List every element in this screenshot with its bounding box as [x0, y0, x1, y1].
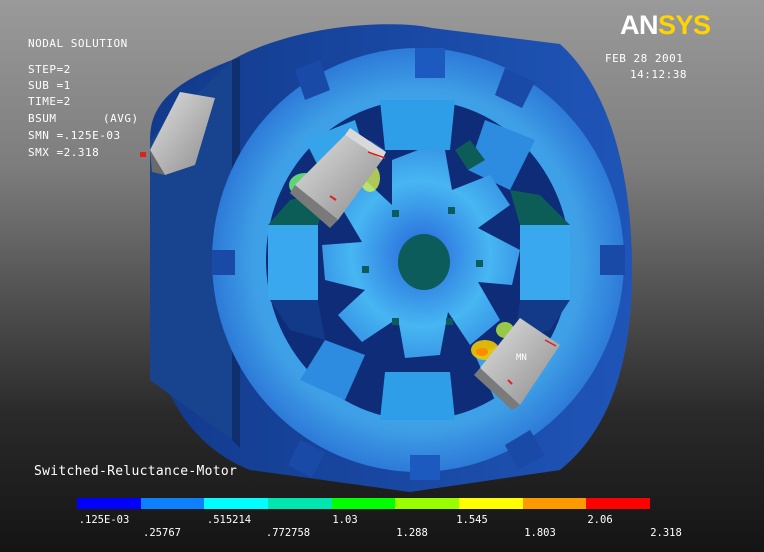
time-label: TIME=2	[28, 95, 71, 108]
legend-band-2	[140, 498, 205, 509]
ansys-logo: ANSYS	[620, 10, 711, 41]
legend-band-6	[395, 498, 460, 509]
legend-tick-top-2: .515214	[206, 514, 252, 526]
legend-band-8	[522, 498, 587, 509]
legend-tick-bottom-1: .25767	[143, 527, 181, 539]
legend-band-4	[268, 498, 332, 509]
logo-an: AN	[620, 10, 659, 40]
date-label: FEB 28 2001	[605, 52, 684, 65]
legend-tick-top-1: .125E-03	[78, 514, 130, 526]
legend-tick-bottom-3: 1.288	[396, 527, 428, 539]
avg-label: (AVG)	[103, 112, 139, 125]
time-of-day-label: 14:12:38	[630, 68, 687, 81]
coil-label: MN	[516, 353, 527, 363]
legend-tick-top-5: 2.06	[587, 514, 613, 526]
legend-band-5	[331, 498, 396, 509]
legend-tick-top-3: 1.03	[332, 514, 358, 526]
logo-sys: SYS	[658, 10, 711, 40]
sub-label: SUB =1	[28, 79, 71, 92]
legend-band-9	[586, 498, 651, 509]
legend-band-7	[459, 498, 523, 509]
quantity-label: BSUM	[28, 112, 57, 125]
smn-label: SMN =.125E-03	[28, 129, 121, 142]
plot-title: Switched-Reluctance-Motor	[34, 464, 238, 479]
contour-legend-bar	[77, 498, 651, 509]
smx-label: SMX =2.318	[28, 146, 100, 159]
legend-tick-bottom-2: .772758	[265, 527, 311, 539]
legend-tick-bottom-5: 2.318	[650, 527, 682, 539]
step-label: STEP=2	[28, 63, 71, 76]
solution-type-label: NODAL SOLUTION	[28, 37, 128, 50]
legend-tick-bottom-4: 1.803	[524, 527, 556, 539]
legend-band-3	[204, 498, 269, 509]
legend-band-1	[77, 498, 141, 509]
legend-tick-top-4: 1.545	[456, 514, 488, 526]
